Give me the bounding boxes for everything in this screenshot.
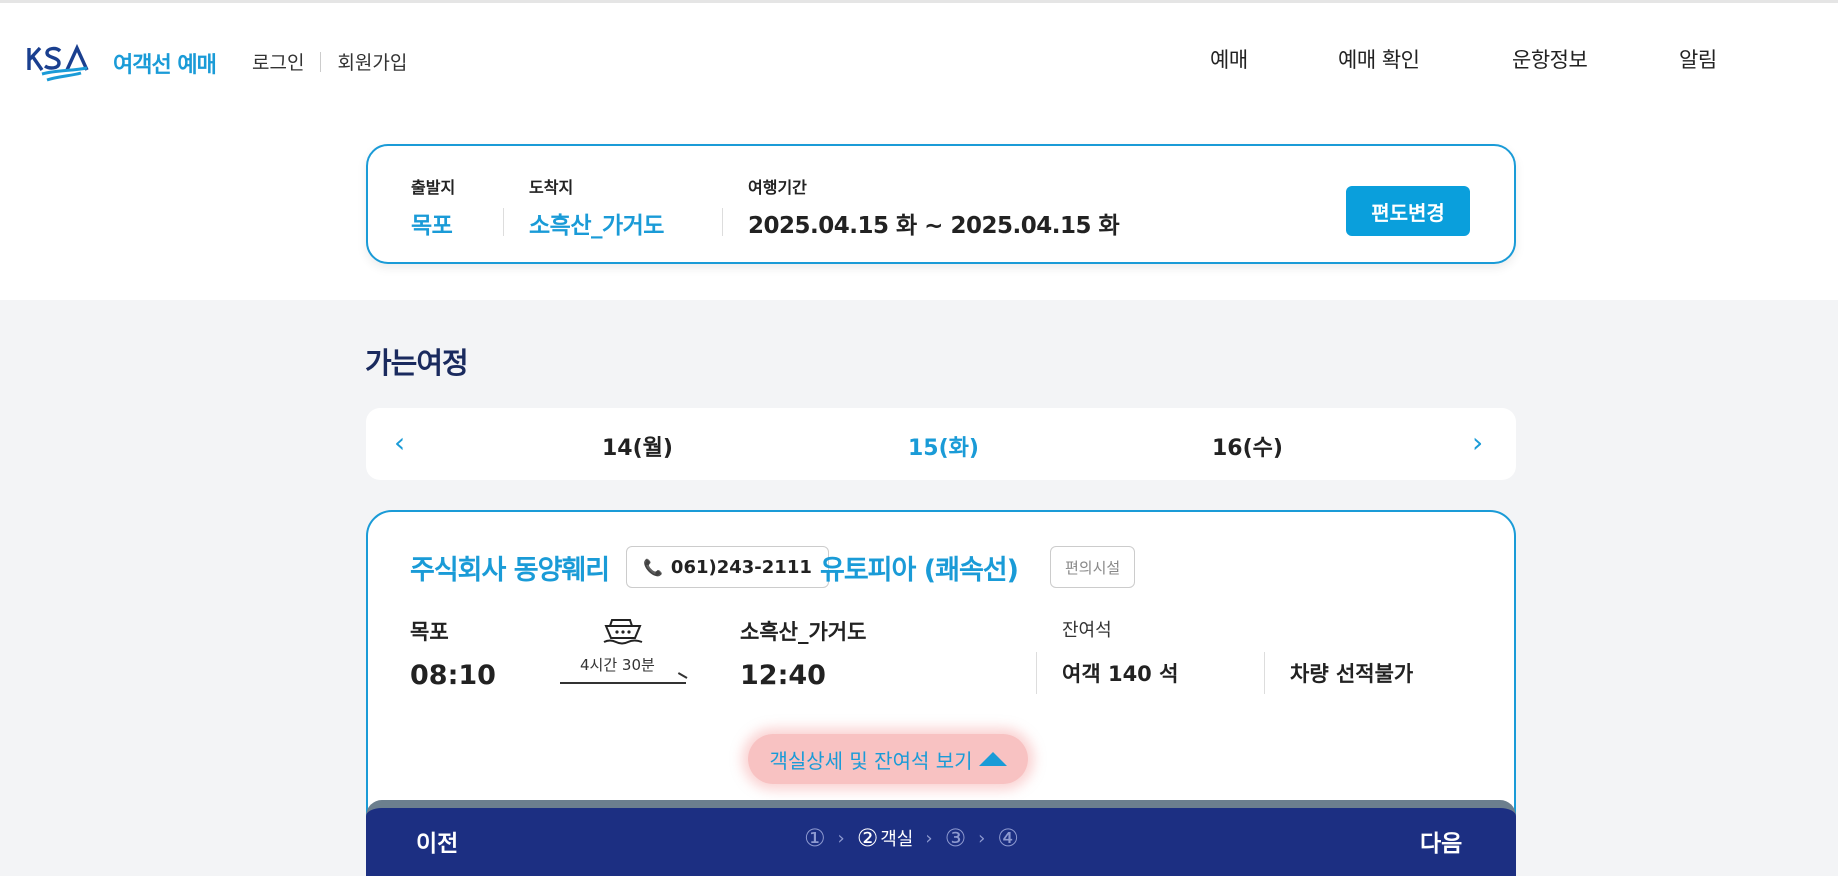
duration-arrow — [560, 682, 686, 684]
section-title: 가는여정 — [365, 346, 469, 380]
phone-icon: 📞 — [643, 557, 663, 577]
chevron-right-icon[interactable]: › — [1472, 426, 1483, 459]
cabin-detail-label: 객실상세 및 잔여석 보기 — [769, 748, 973, 773]
auth-divider — [320, 51, 322, 72]
arrive-port: 소흑산_가거도 — [740, 620, 867, 644]
chevron-right-icon: › — [837, 827, 845, 849]
ship-icon — [603, 619, 643, 645]
date-item-selected[interactable]: 15(화) — [908, 430, 979, 462]
prev-button[interactable]: 이전 — [416, 824, 458, 858]
triangle-up-icon — [978, 752, 1007, 766]
nav-booking-check[interactable]: 예매 확인 — [1338, 44, 1420, 74]
step-2-current: ② — [856, 824, 879, 852]
search-summary: 출발지 목포 도착지 소흑산_가거도 여행기간 2025.04.15 화 ~ 2… — [366, 144, 1516, 264]
step-1: ① — [804, 824, 826, 852]
step-4: ④ — [997, 824, 1019, 852]
chevron-left-icon[interactable]: ‹ — [394, 426, 405, 459]
auth-links: 로그인 회원가입 — [252, 48, 407, 75]
period-label: 여행기간 — [748, 178, 807, 197]
ksa-logo-icon — [27, 44, 89, 82]
divider — [1036, 652, 1037, 694]
vehicle-seats: 차량 선적불가 — [1290, 662, 1414, 686]
nav-booking[interactable]: 예매 — [1210, 44, 1248, 74]
step-2-label: 객실 — [880, 829, 914, 850]
company-name: 주식회사 동양훼리 — [410, 555, 610, 586]
step-bar: 이전 ① › ② 객실 › ③ › ④ 다음 — [366, 800, 1516, 876]
destination-label: 도착지 — [529, 178, 574, 197]
date-selector: ‹ 14(월) 15(화) 16(수) › — [366, 408, 1516, 480]
chevron-right-icon: › — [978, 827, 986, 849]
step-indicator: ① › ② 객실 › ③ › ④ — [804, 824, 1019, 852]
next-button[interactable]: 다음 — [1420, 824, 1462, 858]
date-item[interactable]: 14(월) — [602, 430, 673, 462]
chevron-right-icon: › — [925, 827, 933, 849]
divider — [503, 208, 504, 236]
divider — [1264, 652, 1265, 694]
cabin-detail-toggle[interactable]: 객실상세 및 잔여석 보기 — [748, 734, 1028, 784]
arrive-time: 12:40 — [740, 660, 826, 691]
date-item[interactable]: 16(수) — [1212, 430, 1283, 462]
origin-label: 출발지 — [411, 178, 456, 197]
phone-button[interactable]: 📞 061)243-2111 — [626, 546, 829, 588]
duration: 4시간 30분 — [580, 656, 655, 674]
depart-port: 목포 — [410, 620, 449, 644]
divider — [722, 208, 723, 236]
nav-schedule[interactable]: 운항정보 — [1512, 44, 1588, 74]
step-3: ③ — [944, 824, 967, 852]
login-link[interactable]: 로그인 — [252, 48, 304, 75]
period-value: 2025.04.15 화 ~ 2025.04.15 화 — [748, 213, 1120, 239]
facilities-button[interactable]: 편의시설 — [1050, 546, 1136, 588]
origin-value: 목포 — [411, 213, 453, 239]
destination-value: 소흑산_가거도 — [529, 213, 664, 239]
depart-time: 08:10 — [410, 660, 496, 691]
logo-text: 여객선 예매 — [113, 53, 217, 78]
one-way-change-button[interactable]: 편도변경 — [1346, 186, 1470, 236]
vessel-name: 유토피아 (쾌속선) — [820, 555, 1019, 586]
ksa-logo[interactable]: 여객선 예매 — [27, 44, 217, 82]
remaining-label: 잔여석 — [1062, 620, 1112, 641]
phone-number: 061)243-2111 — [670, 556, 812, 578]
nav-notice[interactable]: 알림 — [1679, 44, 1717, 74]
signup-link[interactable]: 회원가입 — [337, 48, 407, 75]
passenger-seats: 여객 140 석 — [1062, 662, 1179, 686]
